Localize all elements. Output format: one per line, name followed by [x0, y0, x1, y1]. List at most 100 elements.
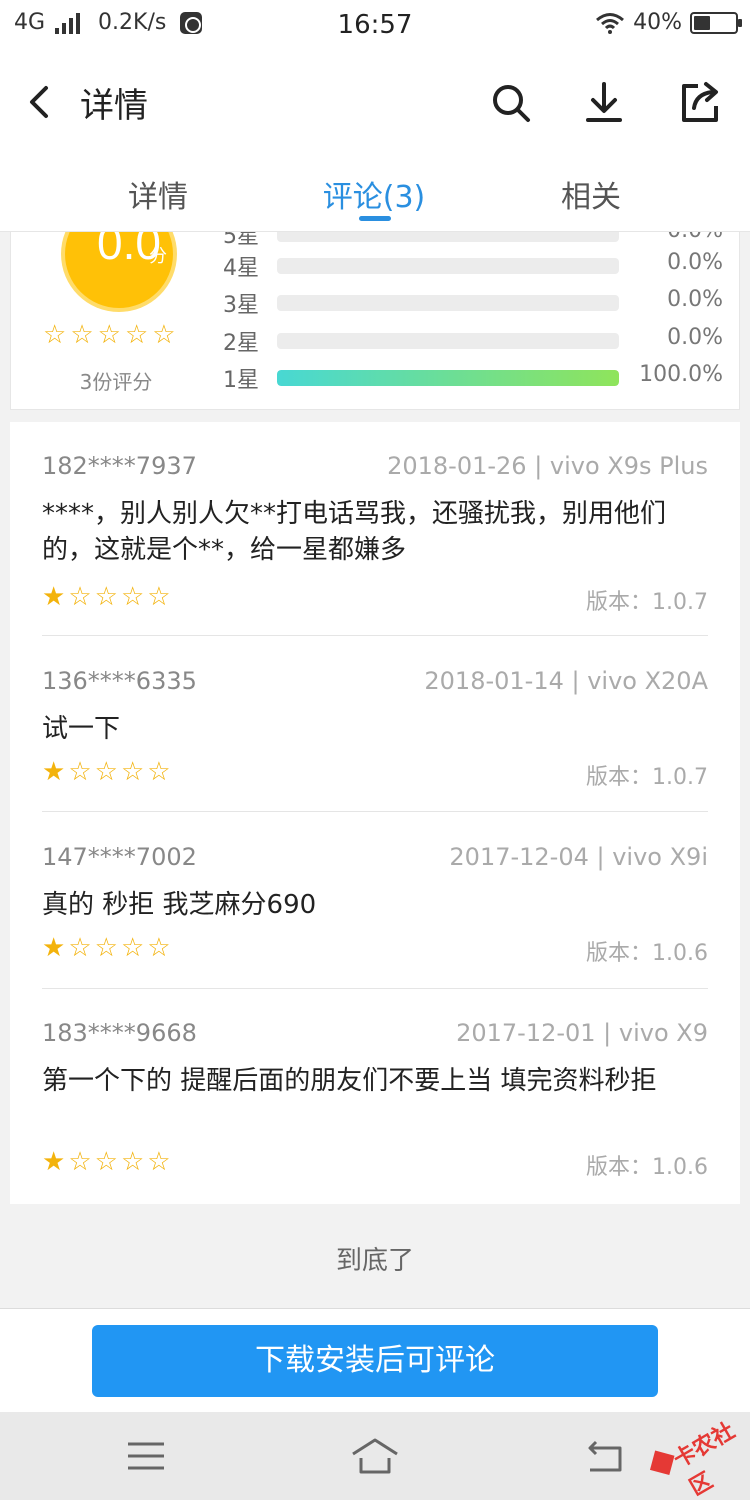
star-empty-icon: ☆	[43, 320, 67, 350]
distribution-row-5: 5星 0.0%	[223, 232, 723, 249]
status-bar: 4G 0.2K/s 16:57 40%	[0, 0, 750, 52]
system-nav-bar	[0, 1412, 750, 1500]
star-empty-icon: ☆	[120, 582, 145, 612]
review-meta: 2018-01-26 | vivo X9s Plus	[387, 452, 708, 480]
review-meta: 2017-12-04 | vivo X9i	[449, 843, 708, 871]
review-content: ****，别人别人欠**打电话骂我，还骚扰我，别用他们的，这就是个**，给一星都…	[42, 499, 667, 565]
star-empty-icon: ☆	[94, 933, 118, 963]
header: 详情	[0, 52, 750, 152]
review-version: 版本：1.0.7	[586, 590, 708, 615]
battery-icon	[690, 11, 742, 34]
review-stars: ★ ☆ ☆ ☆ ☆	[42, 584, 171, 610]
reviewer-name: 136****6335	[42, 667, 197, 695]
star-filled-icon: ★	[42, 757, 66, 787]
distribution-row-1: 1星 100.0%	[223, 362, 723, 393]
distribution-label: 3星	[223, 293, 259, 318]
back-icon[interactable]	[20, 78, 60, 126]
distribution-bar	[277, 232, 619, 242]
page-title: 详情	[80, 86, 148, 126]
distribution-label: 4星	[223, 256, 259, 281]
divider	[42, 635, 708, 636]
download-to-comment-button[interactable]: 下载安装后可评论	[92, 1325, 658, 1397]
distribution-percent: 0.0%	[667, 232, 723, 243]
score-unit: 分	[149, 246, 167, 267]
distribution-label: 5星	[223, 232, 259, 249]
review-item: 136****6335 2018-01-14 | vivo X20A 试一下 ★…	[42, 667, 708, 813]
review-item: 183****9668 2017-12-01 | vivo X9 第一个下的 提…	[42, 1019, 708, 1180]
review-item: 182****7937 2018-01-26 | vivo X9s Plus *…	[42, 452, 708, 636]
review-content: 试一下	[42, 714, 121, 744]
star-empty-icon: ☆	[124, 320, 149, 350]
star-empty-icon: ☆	[147, 757, 171, 787]
star-filled-icon: ★	[42, 933, 66, 963]
bottom-action-bar: 下载安装后可评论	[0, 1308, 750, 1412]
star-empty-icon: ☆	[147, 933, 171, 963]
reviewer-name: 183****9668	[42, 1019, 197, 1047]
star-empty-icon: ☆	[120, 933, 145, 963]
star-empty-icon: ☆	[68, 582, 92, 612]
reviewer-name: 182****7937	[42, 452, 197, 480]
distribution-row-4: 4星 0.0%	[223, 250, 723, 281]
star-filled-icon: ★	[42, 1147, 66, 1177]
review-stars: ★ ☆ ☆ ☆ ☆	[42, 935, 171, 961]
distribution-row-3: 3星 0.0%	[223, 287, 723, 318]
star-empty-icon: ☆	[94, 582, 118, 612]
star-empty-icon: ☆	[120, 1147, 145, 1177]
search-icon[interactable]	[486, 78, 534, 126]
review-meta: 2017-12-01 | vivo X9	[456, 1019, 708, 1047]
score-value: 0.0	[97, 232, 161, 269]
star-empty-icon: ☆	[120, 757, 145, 787]
star-empty-icon: ☆	[94, 1147, 118, 1177]
star-empty-icon: ☆	[147, 1147, 171, 1177]
review-item: 147****7002 2017-12-04 | vivo X9i 真的 秒拒 …	[42, 843, 708, 989]
score-badge: 0.0 分	[65, 232, 173, 308]
review-stars: ★ ☆ ☆ ☆ ☆	[42, 1149, 171, 1175]
distribution-percent: 100.0%	[639, 362, 723, 387]
review-content: 第一个下的 提醒后面的朋友们不要上当 填完资料秒拒	[42, 1066, 657, 1096]
status-right: 40%	[595, 10, 742, 35]
star-empty-icon: ☆	[70, 320, 94, 350]
review-stars: ★ ☆ ☆ ☆ ☆	[42, 759, 171, 785]
distribution-bar	[277, 370, 619, 386]
review-list: 182****7937 2018-01-26 | vivo X9s Plus *…	[10, 422, 740, 1204]
divider	[42, 811, 708, 812]
star-empty-icon: ☆	[94, 757, 118, 787]
tab-details[interactable]: 详情	[58, 172, 258, 216]
distribution-label: 2星	[223, 331, 259, 356]
review-version: 版本：1.0.6	[586, 1155, 708, 1180]
tab-reviews[interactable]: 评论(3)	[274, 172, 474, 216]
end-of-list-text: 到底了	[335, 1246, 414, 1276]
review-version: 版本：1.0.6	[586, 941, 708, 966]
score-stars: ☆ ☆ ☆ ☆ ☆	[43, 322, 176, 348]
star-empty-icon: ☆	[152, 320, 176, 350]
distribution-bar	[277, 333, 619, 349]
distribution-bar	[277, 295, 619, 311]
divider	[42, 988, 708, 989]
distribution-label: 1星	[223, 368, 259, 393]
distribution-fill	[277, 370, 619, 386]
home-icon[interactable]	[349, 1436, 401, 1476]
menu-icon[interactable]	[126, 1440, 166, 1472]
review-version: 版本：1.0.7	[586, 765, 708, 790]
tab-bar: 详情 评论(3) 相关	[0, 152, 750, 232]
rating-summary: 0.0 分 ☆ ☆ ☆ ☆ ☆ 3份评分 5星 0.0% 4星 0.0% 3星 …	[10, 232, 740, 410]
download-icon[interactable]	[580, 78, 628, 126]
star-empty-icon: ☆	[147, 582, 171, 612]
star-empty-icon: ☆	[68, 757, 92, 787]
battery-percent: 40%	[633, 10, 682, 35]
tab-related[interactable]: 相关	[491, 172, 691, 216]
reviewer-name: 147****7002	[42, 843, 197, 871]
distribution-row-2: 2星 0.0%	[223, 325, 723, 356]
star-empty-icon: ☆	[97, 320, 121, 350]
distribution-percent: 0.0%	[667, 287, 723, 312]
star-empty-icon: ☆	[68, 1147, 92, 1177]
active-tab-indicator	[359, 216, 391, 221]
share-icon[interactable]	[676, 78, 724, 126]
distribution-bar	[277, 258, 619, 274]
review-content: 真的 秒拒 我芝麻分690	[42, 890, 317, 920]
star-filled-icon: ★	[42, 582, 66, 612]
wifi-icon	[596, 12, 625, 34]
rating-count: 3份评分	[79, 370, 153, 394]
star-empty-icon: ☆	[68, 933, 92, 963]
system-back-icon[interactable]	[582, 1438, 626, 1474]
